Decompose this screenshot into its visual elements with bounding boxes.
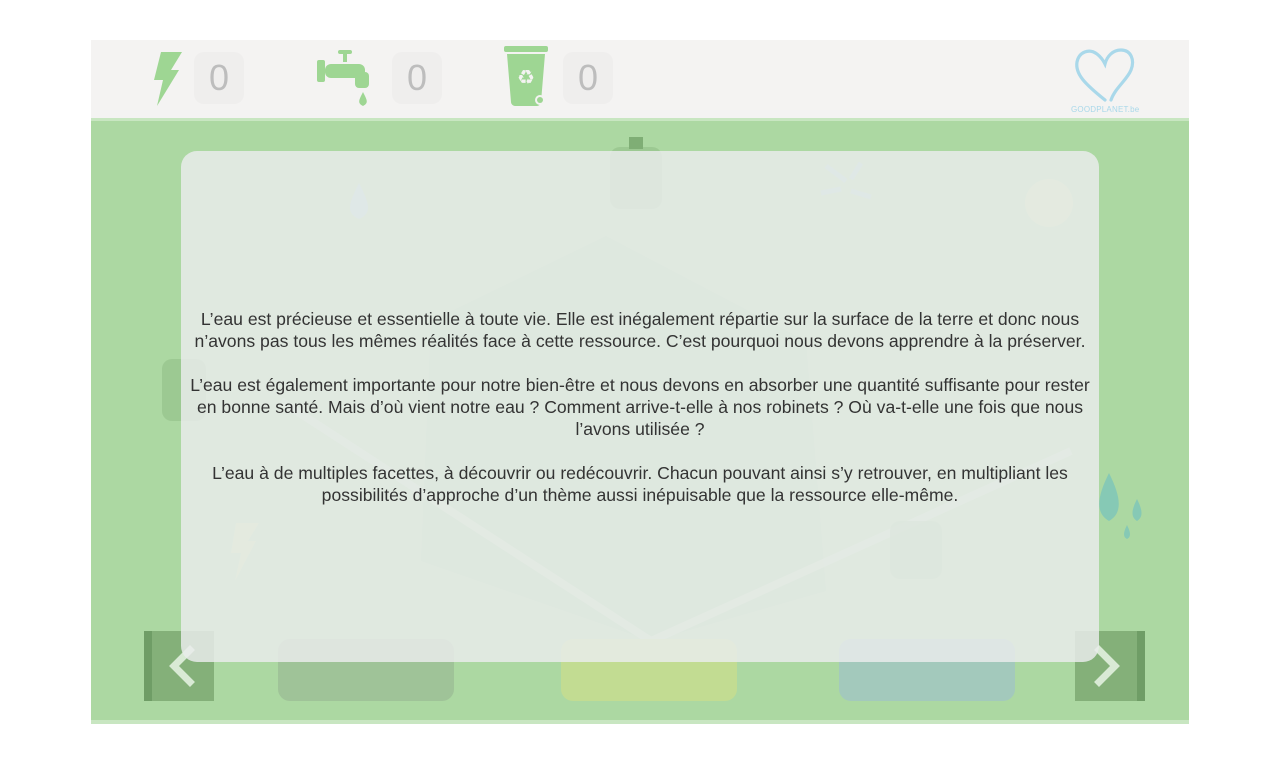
energy-counter: 0 [194,52,244,104]
recycling-bin-icon: ♻ [503,46,549,115]
heart-logo-icon [1075,48,1135,102]
intro-paragraph: L’eau est également importante pour notr… [190,374,1090,439]
intro-dialog: L’eau est précieuse et essentielle à tou… [181,151,1099,662]
water-faucet-icon [315,46,375,115]
waste-counter: 0 [563,52,613,104]
spray-nozzle [629,137,643,149]
water-drop-icon [1124,525,1130,539]
water-drop-icon [1132,499,1142,521]
svg-text:♻: ♻ [517,65,535,89]
bottom-strip [91,720,1189,724]
water-drop-icon [1099,473,1119,521]
water-counter: 0 [392,52,442,104]
score-bar: 0 0 ♻ 0 GOODPLANET.be [91,40,1189,118]
intro-paragraph: L’eau est précieuse et essentielle à tou… [194,308,1086,351]
goodplanet-logo[interactable]: GOODPLANET.be [1071,46,1139,118]
logo-label: GOODPLANET.be [1071,105,1140,114]
intro-paragraph: L’eau à de multiples facettes, à découvr… [212,462,1068,505]
lightning-bolt-icon [149,46,189,113]
